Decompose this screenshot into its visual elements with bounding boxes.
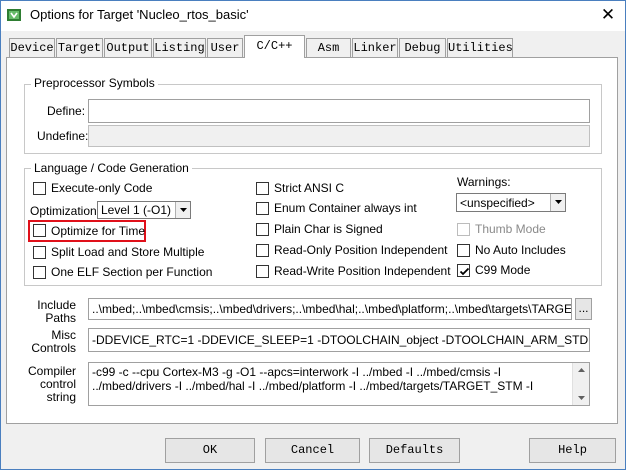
cancel-button[interactable]: Cancel (265, 438, 360, 463)
plain-char-signed-checkbox[interactable] (256, 223, 269, 236)
undefine-input (88, 125, 590, 147)
optimize-for-time-label: Optimize for Time (51, 224, 146, 238)
tab-asm[interactable]: Asm (306, 38, 351, 57)
thumb-mode-label: Thumb Mode (475, 222, 546, 236)
warnings-dropdown[interactable]: <unspecified> (456, 193, 566, 212)
warnings-dropdown-arrow[interactable] (550, 194, 565, 211)
tab-listing[interactable]: Listing (153, 38, 206, 57)
optimize-for-time-checkbox[interactable] (33, 224, 46, 237)
optimization-dropdown[interactable]: Level 1 (-O1) (97, 201, 191, 219)
enum-container-checkbox[interactable] (256, 202, 269, 215)
undefine-label: Undefine: (37, 129, 89, 143)
misc-controls-input[interactable]: -DDEVICE_RTC=1 -DDEVICE_SLEEP=1 -DTOOLCH… (88, 328, 590, 352)
strict-ansi-label: Strict ANSI C (274, 181, 345, 195)
ok-button[interactable]: OK (165, 438, 255, 463)
misc-controls-label: Misc Controls (31, 328, 76, 355)
ro-position-independent-checkbox[interactable] (256, 244, 269, 257)
preprocessor-legend: Preprocessor Symbols (31, 76, 158, 90)
compiler-control-scrollbar[interactable] (572, 363, 589, 405)
compiler-control-value: -c99 -c --cpu Cortex-M3 -g -O1 --apcs=in… (92, 365, 534, 393)
tab-utilities[interactable]: Utilities (447, 38, 513, 57)
split-load-store-checkbox[interactable] (33, 246, 46, 259)
optimization-dropdown-arrow[interactable] (175, 202, 190, 218)
strict-ansi-checkbox[interactable] (256, 182, 269, 195)
include-paths-input[interactable]: ..\mbed;..\mbed\cmsis;..\mbed\drivers;..… (88, 298, 572, 320)
optimization-value: Level 1 (-O1) (101, 203, 172, 217)
include-paths-browse-button[interactable]: ... (575, 298, 592, 320)
tab-c-cpp[interactable]: C/C++ (244, 35, 305, 58)
compiler-control-label: Compiler control string (27, 364, 76, 404)
tab-target[interactable]: Target (56, 38, 103, 57)
one-elf-section-checkbox[interactable] (33, 266, 46, 279)
include-paths-value: ..\mbed;..\mbed\cmsis;..\mbed\drivers;..… (92, 302, 571, 316)
warnings-value: <unspecified> (460, 196, 535, 210)
tab-user[interactable]: User (207, 38, 243, 57)
warnings-label: Warnings: (457, 175, 511, 189)
close-icon[interactable]: ✕ (597, 4, 619, 26)
defaults-button[interactable]: Defaults (369, 438, 460, 463)
ro-position-independent-label: Read-Only Position Independent (274, 243, 448, 257)
no-auto-includes-checkbox[interactable] (457, 244, 470, 257)
optimization-label: Optimization: (30, 204, 101, 218)
language-legend: Language / Code Generation (31, 161, 192, 175)
plain-char-signed-label: Plain Char is Signed (274, 222, 383, 236)
c99-mode-label: C99 Mode (475, 263, 531, 277)
define-value (89, 100, 589, 104)
undefine-value (89, 126, 589, 130)
define-label: Define: (47, 104, 86, 118)
c99-mode-checkbox[interactable] (457, 264, 470, 277)
uvision-app-icon (6, 7, 22, 23)
tab-device[interactable]: Device (9, 38, 55, 57)
misc-controls-value: -DDEVICE_RTC=1 -DDEVICE_SLEEP=1 -DTOOLCH… (92, 333, 589, 347)
help-button[interactable]: Help (529, 438, 616, 463)
include-paths-label: Include Paths (37, 298, 76, 325)
execute-only-label: Execute-only Code (51, 181, 153, 195)
window-title: Options for Target 'Nucleo_rtos_basic' (30, 7, 249, 22)
tab-linker[interactable]: Linker (352, 38, 398, 57)
enum-container-label: Enum Container always int (274, 201, 417, 215)
chevron-down-icon (180, 208, 187, 212)
thumb-mode-checkbox (457, 223, 470, 236)
execute-only-checkbox[interactable] (33, 182, 46, 195)
compiler-control-string-box[interactable]: -c99 -c --cpu Cortex-M3 -g -O1 --apcs=in… (88, 362, 590, 406)
rw-position-independent-label: Read-Write Position Independent (274, 264, 451, 278)
define-input[interactable] (88, 99, 590, 123)
checkmark-icon (459, 267, 470, 276)
rw-position-independent-checkbox[interactable] (256, 265, 269, 278)
no-auto-includes-label: No Auto Includes (475, 243, 566, 257)
tab-output[interactable]: Output (104, 38, 152, 57)
tab-debug[interactable]: Debug (399, 38, 446, 57)
one-elf-section-label: One ELF Section per Function (51, 265, 213, 279)
split-load-store-label: Split Load and Store Multiple (51, 245, 205, 259)
chevron-down-icon (555, 200, 562, 204)
